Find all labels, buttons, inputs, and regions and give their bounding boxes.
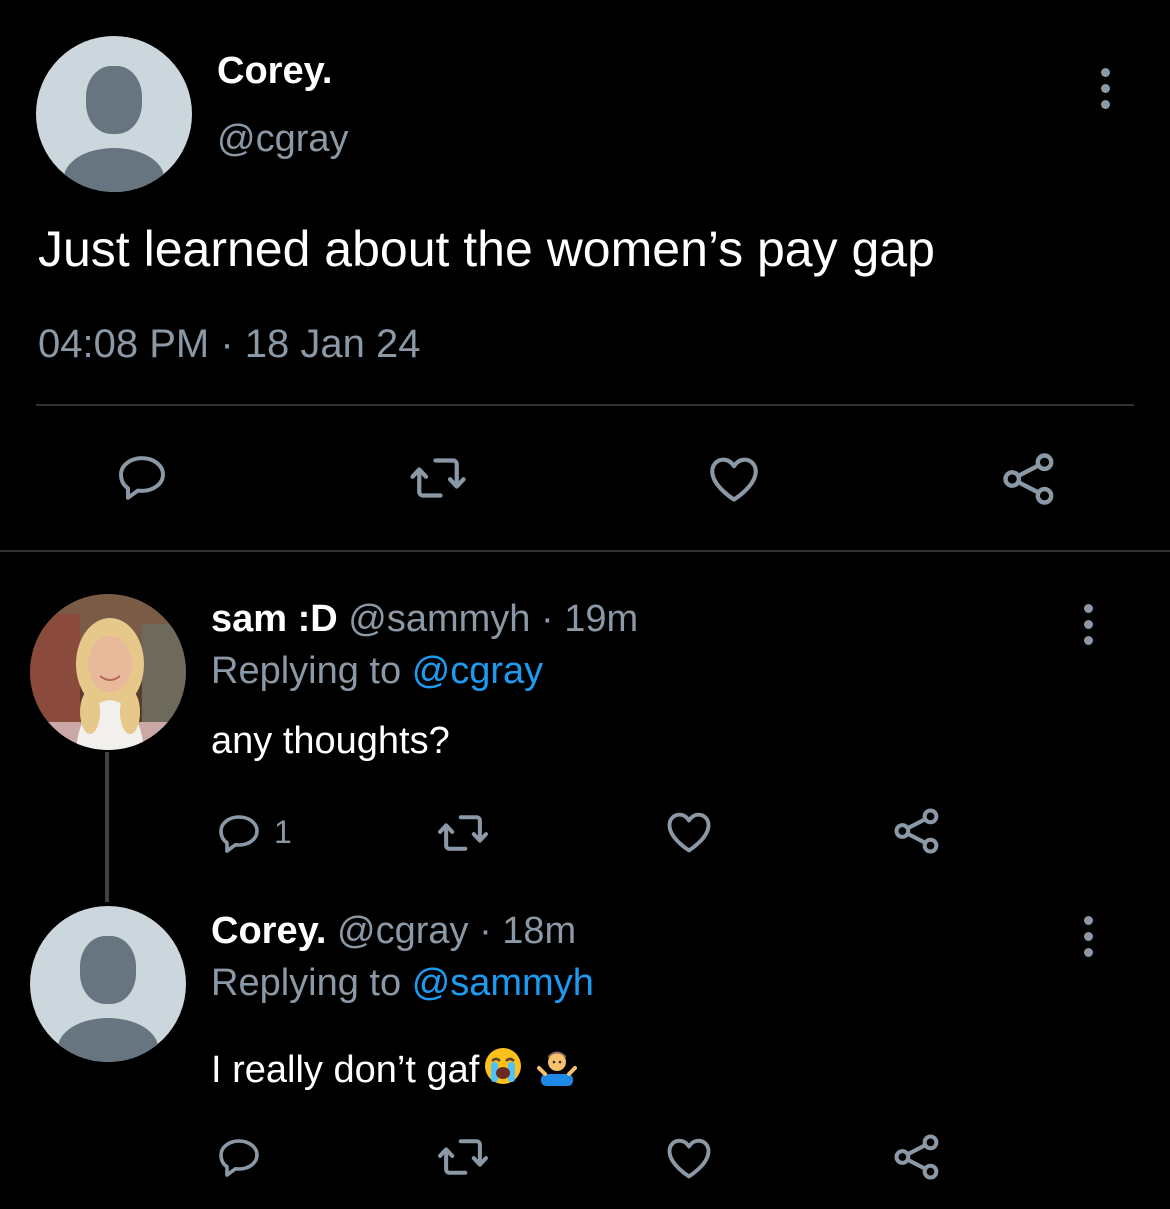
replying-to-link[interactable]: @cgray bbox=[412, 650, 544, 692]
reply-text: I really don’t gaf bbox=[211, 1049, 480, 1091]
retweet-icon[interactable] bbox=[434, 1130, 492, 1184]
replying-prefix: Replying to bbox=[211, 962, 402, 1004]
like-icon[interactable] bbox=[662, 806, 716, 858]
reply-icon[interactable] bbox=[214, 1134, 264, 1182]
reply-icon[interactable] bbox=[214, 810, 264, 858]
author-handle[interactable]: @sammyh bbox=[348, 598, 530, 640]
replying-to: Replying to @sammyh bbox=[211, 962, 594, 1005]
reply-header: Corey. @cgray · 18m bbox=[211, 910, 576, 953]
loudly-crying-face-emoji bbox=[483, 1046, 523, 1096]
share-icon[interactable] bbox=[890, 1130, 944, 1184]
avatar[interactable] bbox=[30, 594, 186, 750]
tweet-text: Just learned about the women’s pay gap bbox=[38, 221, 935, 277]
reply-text: any thoughts? bbox=[211, 720, 450, 762]
more-options-icon[interactable] bbox=[1084, 916, 1093, 957]
replying-to-link[interactable]: @sammyh bbox=[412, 962, 594, 1004]
share-icon[interactable] bbox=[890, 804, 944, 858]
author-handle[interactable]: @cgray bbox=[337, 910, 469, 952]
person-shrugging-emoji bbox=[537, 1046, 578, 1096]
more-options-icon[interactable] bbox=[1084, 604, 1093, 645]
like-icon[interactable] bbox=[703, 450, 765, 508]
reply-count: 1 bbox=[274, 814, 292, 850]
author-name[interactable]: sam :D bbox=[211, 598, 338, 640]
retweet-icon[interactable] bbox=[404, 448, 472, 508]
reply-text-row: I really don’t gaf bbox=[211, 1046, 578, 1096]
reply-time[interactable]: · 19m bbox=[541, 598, 638, 640]
tweet-timestamp: 04:08 PM · 18 Jan 24 bbox=[38, 322, 421, 366]
retweet-icon[interactable] bbox=[434, 806, 492, 860]
author-handle[interactable]: @cgray bbox=[217, 118, 349, 161]
author-name[interactable]: Corey. bbox=[211, 910, 326, 952]
author-name[interactable]: Corey. bbox=[217, 50, 332, 93]
divider bbox=[36, 404, 1134, 406]
share-icon[interactable] bbox=[998, 448, 1060, 510]
replying-prefix: Replying to bbox=[211, 650, 402, 692]
reply-icon[interactable] bbox=[112, 450, 172, 506]
more-options-icon[interactable] bbox=[1101, 68, 1110, 109]
avatar[interactable] bbox=[36, 36, 192, 192]
replying-to: Replying to @cgray bbox=[211, 650, 543, 693]
reply-time[interactable]: · 18m bbox=[479, 910, 576, 952]
avatar[interactable] bbox=[30, 906, 186, 1062]
thread-line bbox=[105, 752, 109, 902]
section-divider bbox=[0, 550, 1170, 552]
reply-header: sam :D @sammyh · 19m bbox=[211, 598, 638, 641]
like-icon[interactable] bbox=[662, 1132, 716, 1184]
